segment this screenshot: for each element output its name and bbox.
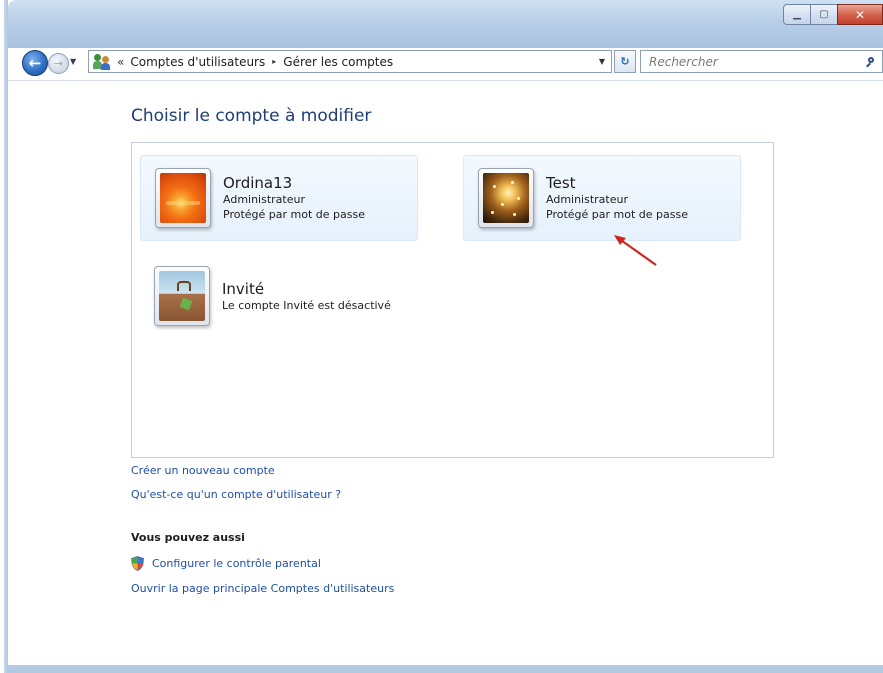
avatar xyxy=(478,168,534,228)
content-divider xyxy=(8,80,883,81)
page-title: Choisir le compte à modifier xyxy=(131,106,372,126)
account-name: Ordina13 xyxy=(223,174,293,192)
navigation-bar: ← → ▼ « Comptes d'utilisateurs ▸ Gérer l… xyxy=(8,48,883,78)
account-tile-invite[interactable]: Invité Le compte Invité est désactivé xyxy=(140,253,418,339)
account-name: Test xyxy=(546,174,576,192)
back-button[interactable]: ← xyxy=(22,50,48,76)
address-bar[interactable]: « Comptes d'utilisateurs ▸ Gérer les com… xyxy=(88,50,612,73)
account-type: Administrateur xyxy=(223,193,305,206)
breadcrumb-comptes-utilisateurs[interactable]: Comptes d'utilisateurs xyxy=(130,55,265,69)
breadcrumb-overflow-button[interactable]: « xyxy=(117,55,124,69)
breadcrumb-separator-icon[interactable]: ▸ xyxy=(272,57,276,66)
maximize-button[interactable]: ▢ xyxy=(810,4,838,25)
breadcrumb-gerer-comptes[interactable]: Gérer les comptes xyxy=(283,55,393,69)
user-accounts-icon xyxy=(93,53,111,70)
avatar xyxy=(154,266,210,326)
account-tile-test[interactable]: Test Administrateur Protégé par mot de p… xyxy=(463,155,741,241)
accounts-panel: Ordina13 Administrateur Protégé par mot … xyxy=(131,142,774,458)
recent-pages-dropdown[interactable]: ▼ xyxy=(70,57,76,66)
account-status: Le compte Invité est désactivé xyxy=(222,298,391,312)
golden-sparkles-avatar-icon xyxy=(483,173,529,223)
window-frame-left xyxy=(0,0,8,673)
window-frame-bottom xyxy=(8,665,883,673)
search-box[interactable] xyxy=(640,50,883,73)
account-type: Administrateur xyxy=(546,193,628,206)
title-bar[interactable]: ▁ ▢ ✕ xyxy=(8,0,883,48)
also-section-heading: Vous pouvez aussi xyxy=(131,531,245,544)
search-input[interactable] xyxy=(647,53,866,70)
avatar xyxy=(155,168,211,228)
account-status: Protégé par mot de passe xyxy=(546,208,688,221)
address-dropdown-button[interactable]: ▼ xyxy=(599,57,605,66)
account-name: Invité xyxy=(222,279,265,298)
account-status: Protégé par mot de passe xyxy=(223,208,365,221)
explorer-window: ▁ ▢ ✕ ← → ▼ « Comptes d'utilisateurs ▸ G… xyxy=(0,0,883,673)
what-is-account-link[interactable]: Qu'est-ce qu'un compte d'utilisateur ? xyxy=(131,488,341,501)
account-tile-ordina13[interactable]: Ordina13 Administrateur Protégé par mot … xyxy=(140,155,418,241)
parental-control-row: Configurer le contrôle parental xyxy=(131,556,321,571)
minimize-button[interactable]: ▁ xyxy=(783,4,811,25)
arrow-right-icon: → xyxy=(53,57,64,70)
orange-flower-avatar-icon xyxy=(160,173,206,223)
create-account-link[interactable]: Créer un nouveau compte xyxy=(131,464,275,477)
caption-buttons: ▁ ▢ ✕ xyxy=(783,4,883,25)
parental-control-link[interactable]: Configurer le contrôle parental xyxy=(152,557,321,570)
annotation-arrow-icon xyxy=(614,235,657,266)
forward-button[interactable]: → xyxy=(48,53,69,74)
suitcase-avatar-icon xyxy=(159,271,205,321)
shield-icon xyxy=(131,556,144,571)
search-icon[interactable] xyxy=(866,56,876,67)
user-accounts-main-page-link[interactable]: Ouvrir la page principale Comptes d'util… xyxy=(131,582,394,595)
arrow-left-icon: ← xyxy=(28,54,42,72)
refresh-button[interactable]: ↻ xyxy=(614,50,636,73)
close-button[interactable]: ✕ xyxy=(837,4,883,25)
